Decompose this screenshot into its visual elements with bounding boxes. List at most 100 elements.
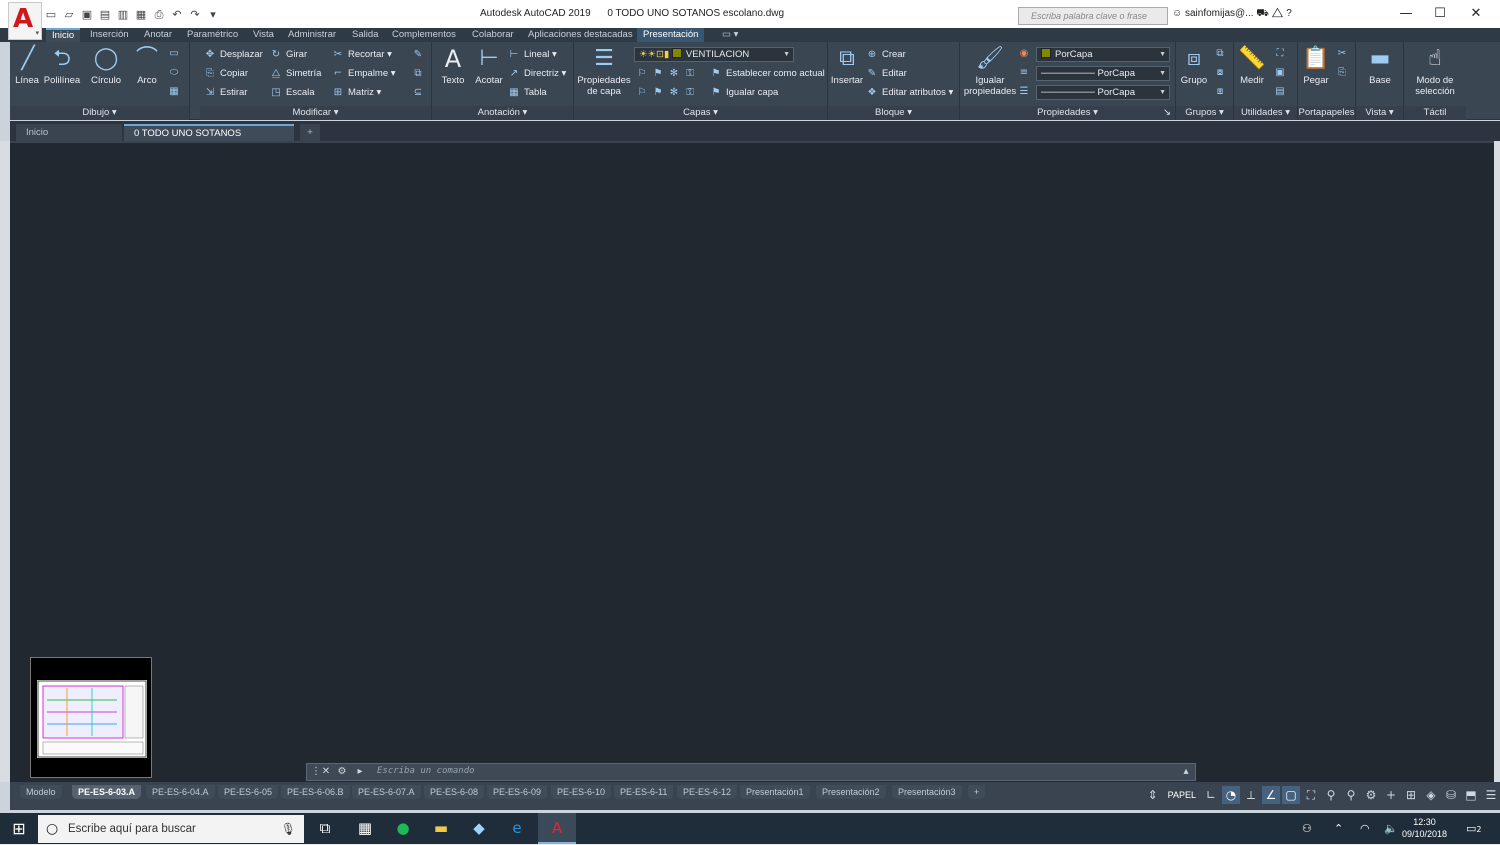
panel-title-portapapeles[interactable]: Portapapeles: [1298, 106, 1355, 120]
propiedades-capa-button[interactable]: ☰ Propiedades de capa: [576, 46, 632, 97]
layer-tools-row2[interactable]: ⚐ ⚑ ✻ ⚿: [636, 85, 700, 101]
file-tab-active[interactable]: 0 TODO UNO SOTANOS escolano* ✕: [124, 124, 294, 154]
panel-title-anotacion[interactable]: Anotación ▾: [432, 106, 573, 120]
igualar-capa-button[interactable]: ⚑ Igualar capa: [710, 85, 779, 101]
a360-icon[interactable]: △: [1272, 8, 1284, 19]
arco-button[interactable]: ⌒ Arco: [132, 46, 162, 86]
plot-icon[interactable]: ▦: [134, 8, 148, 22]
chevron-up-icon[interactable]: ⌃: [1334, 813, 1343, 844]
command-line[interactable]: ⋮ ✕ ⚙ ▸ Escriba un comando ▴: [306, 763, 1196, 781]
ungroup-icon[interactable]: ⧉: [1214, 46, 1230, 62]
command-prompt-icon[interactable]: ▸: [353, 765, 367, 779]
new-icon[interactable]: ▭: [44, 8, 58, 22]
redo-icon[interactable]: ↷: [188, 8, 202, 22]
print-icon[interactable]: ⎙: [152, 8, 166, 22]
close-button[interactable]: ✕: [1456, 4, 1496, 24]
tab-administrar[interactable]: Administrar: [282, 28, 342, 42]
space-toggle[interactable]: PAPEL: [1164, 790, 1200, 800]
linea-button[interactable]: ╱ Línea: [14, 46, 40, 86]
select-all-icon[interactable]: ▣: [1274, 65, 1290, 81]
command-input[interactable]: Escriba un comando: [377, 766, 475, 776]
igualar-propiedades-button[interactable]: 🖌 Igualar propiedades: [962, 46, 1018, 97]
annotation-scale-icon[interactable]: ⚲: [1322, 786, 1340, 804]
hatch-icon[interactable]: ▦: [168, 84, 184, 100]
file-explorer-icon[interactable]: ▬: [422, 813, 460, 844]
annotation-visibility-icon[interactable]: ⚲: [1342, 786, 1360, 804]
editar-button[interactable]: ✎ Editar: [866, 66, 907, 82]
app-icon[interactable]: ◆: [460, 813, 498, 844]
group-edit-icon[interactable]: ⧇: [1214, 65, 1230, 81]
ortho-icon[interactable]: ⟂: [1242, 786, 1260, 804]
insertar-button[interactable]: ⧉ Insertar: [830, 46, 864, 86]
workspace-gear-icon[interactable]: ⚙: [1362, 786, 1380, 804]
microphone-icon[interactable]: 🎙: [281, 815, 296, 843]
modo-seleccion-button[interactable]: ☝ Modo de selección: [1406, 46, 1464, 97]
group-select-icon[interactable]: ⧆: [1214, 84, 1230, 100]
copiar-button[interactable]: ⎘ Copiar: [204, 66, 248, 82]
plus-icon[interactable]: +: [1382, 786, 1400, 804]
panel-title-bloque[interactable]: Bloque ▾: [828, 106, 959, 120]
close-icon[interactable]: ✕: [319, 765, 333, 779]
layout-tab[interactable]: PE-ES-6-05: [218, 785, 279, 799]
quick-select-icon[interactable]: ⛶: [1274, 46, 1290, 62]
editar-atributos-button[interactable]: ❖ Editar atributos ▾: [866, 85, 954, 101]
layout-tab[interactable]: PE-ES-6-09: [487, 785, 548, 799]
layout-tab-active[interactable]: PE-ES-6-03.A: [72, 785, 142, 799]
empalme-button[interactable]: ⌐ Empalme ▾: [332, 66, 396, 82]
internet-explorer-icon[interactable]: e: [498, 813, 536, 844]
hamburger-menu-icon[interactable]: ☰: [1482, 786, 1500, 804]
task-view-icon[interactable]: ⧉: [306, 813, 344, 844]
tab-inicio[interactable]: Inicio: [46, 28, 81, 42]
polilinea-button[interactable]: ⮌ Polilínea: [42, 46, 82, 86]
panel-title-grupos[interactable]: Grupos ▾: [1176, 106, 1233, 120]
acotar-button[interactable]: ⊢ Acotar: [472, 46, 506, 86]
notifications-icon[interactable]: ▭2: [1466, 813, 1482, 844]
layout-tab[interactable]: PE-ES-6-10: [551, 785, 612, 799]
help-icon[interactable]: ?: [1286, 8, 1292, 19]
texto-button[interactable]: A Texto: [438, 46, 468, 86]
tab-colaborar[interactable]: Colaborar: [466, 28, 520, 42]
qat-dropdown-icon[interactable]: ▾: [206, 8, 220, 22]
panel-title-vista[interactable]: Vista ▾: [1356, 106, 1403, 120]
open-icon[interactable]: ▱: [62, 8, 76, 22]
establecer-actual-button[interactable]: ⚑ Establecer como actual: [710, 66, 825, 82]
crear-button[interactable]: ⊕ Crear: [866, 47, 906, 63]
hardware-acceleration-icon[interactable]: ⛁: [1442, 786, 1460, 804]
dialog-launcher-icon[interactable]: ↘: [1163, 106, 1171, 120]
grid-icon[interactable]: ∟: [1202, 786, 1220, 804]
layer-tools-row1[interactable]: ⚐ ⚑ ✻ ⚿: [636, 66, 700, 82]
units-icon[interactable]: ⊞: [1402, 786, 1420, 804]
estirar-button[interactable]: ⇲ Estirar: [204, 85, 248, 101]
autocad-taskbar-icon[interactable]: A: [538, 813, 576, 844]
tabla-button[interactable]: ▦ Tabla: [508, 85, 546, 101]
tab-parametrico[interactable]: Paramétrico: [181, 28, 244, 42]
polar-icon[interactable]: ∠: [1262, 786, 1280, 804]
command-history-icon[interactable]: ▴: [1179, 765, 1193, 779]
tab-aplicaciones[interactable]: Aplicaciones destacadas: [522, 28, 639, 42]
layout-tab[interactable]: Presentación3: [892, 785, 962, 799]
pegar-button[interactable]: 📋 Pegar: [1302, 46, 1330, 86]
simetria-button[interactable]: ⧋ Simetría: [270, 66, 322, 82]
layout-tab-modelo[interactable]: Modelo: [20, 785, 62, 799]
rectangle-icon[interactable]: ▭: [168, 46, 184, 62]
spotify-icon[interactable]: ●: [384, 813, 422, 844]
color-dropdown[interactable]: PorCapa ▼: [1036, 47, 1170, 62]
grupo-button[interactable]: ⧈ Grupo: [1178, 46, 1210, 86]
escala-button[interactable]: ◳ Escala: [270, 85, 314, 101]
layout-tab[interactable]: PE-ES-6-12: [677, 785, 738, 799]
tab-anotar[interactable]: Anotar: [138, 28, 178, 42]
circulo-button[interactable]: ◯ Círculo: [88, 46, 124, 86]
ellipse-icon[interactable]: ⬭: [168, 65, 184, 81]
panel-title-tactil[interactable]: Táctil: [1404, 106, 1466, 120]
medir-button[interactable]: 📏 Medir: [1236, 46, 1268, 86]
calculator-icon[interactable]: ▤: [1274, 84, 1290, 100]
layout-tab[interactable]: PE-ES-6-07.A: [352, 785, 421, 799]
panel-title-capas[interactable]: Capas ▾: [574, 106, 827, 120]
layout-tab[interactable]: PE-ES-6-11: [614, 785, 674, 799]
explode-icon[interactable]: ⧉: [412, 66, 428, 82]
volume-icon[interactable]: 🔈: [1384, 813, 1398, 844]
layout-tab[interactable]: Presentación1: [740, 785, 810, 799]
copy-clip-icon[interactable]: ⎘: [1336, 65, 1352, 81]
user-account[interactable]: ☺ sainfomijas@... ⛟ △ ?: [1172, 8, 1292, 21]
ribbon-minimize-icon[interactable]: ▭ ▾: [716, 28, 744, 42]
